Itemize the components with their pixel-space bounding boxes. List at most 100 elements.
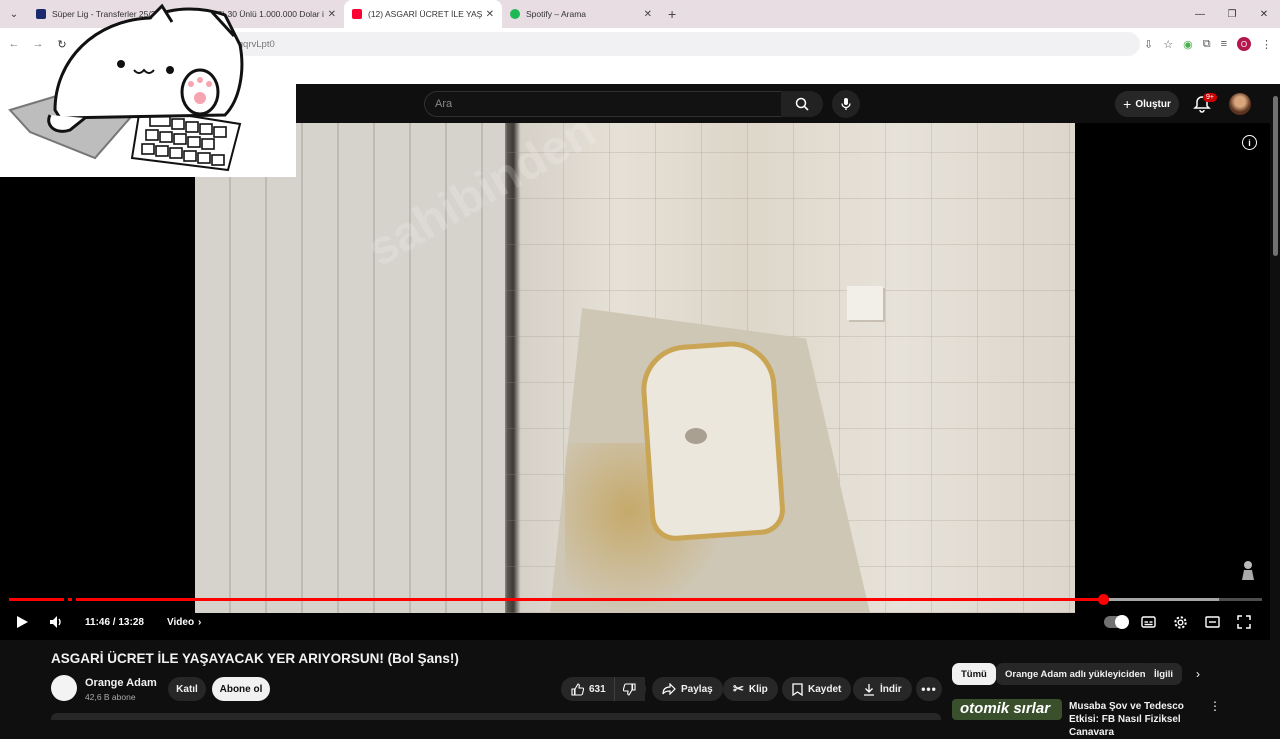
- close-window-icon[interactable]: ✕: [1248, 9, 1280, 20]
- plus-icon: +: [1123, 96, 1132, 112]
- scissors-icon: ✂: [733, 681, 744, 696]
- play-icon: [17, 616, 28, 628]
- subtitles-icon: [1140, 616, 1156, 628]
- install-app-icon[interactable]: ⇩: [1144, 38, 1153, 51]
- notification-count-badge: 9+: [1203, 93, 1217, 102]
- pawn-icon: [1242, 561, 1254, 580]
- channel-avatar[interactable]: [51, 675, 77, 701]
- squat-toilet: [643, 343, 782, 538]
- thumbnail-text: otomik sırlar: [960, 700, 1051, 717]
- more-actions-button[interactable]: •••: [916, 677, 942, 701]
- theater-mode-icon: [1204, 616, 1220, 628]
- video-frame: sahibinden: [195, 123, 1075, 613]
- chip-all[interactable]: Tümü: [952, 663, 996, 685]
- chapter-divider: [64, 598, 68, 601]
- window-controls: — ❐ ✕: [1184, 0, 1280, 28]
- share-button[interactable]: Paylaş: [652, 677, 723, 701]
- chapter-button[interactable]: Video ›: [167, 612, 201, 632]
- subscribe-button[interactable]: Abone ol: [212, 677, 270, 701]
- scrollbar-thumb[interactable]: [1273, 96, 1278, 256]
- tab-title: (12) ASGARİ ÜCRET İLE YAŞAYACAK: [368, 9, 482, 19]
- media-control-icon[interactable]: ≡: [1221, 38, 1227, 50]
- tab-close-icon[interactable]: ✕: [644, 9, 652, 20]
- subtitles-button[interactable]: [1139, 612, 1157, 632]
- settings-button[interactable]: [1171, 612, 1189, 632]
- description-box[interactable]: [51, 713, 941, 720]
- chip-from-uploader[interactable]: Orange Adam adlı yükleyiciden: [996, 663, 1155, 685]
- chevron-right-icon[interactable]: ›: [1196, 667, 1200, 681]
- clip-label: Klip: [748, 683, 768, 695]
- new-tab-icon[interactable]: +: [668, 6, 676, 22]
- save-label: Kaydet: [808, 683, 842, 695]
- toilet-paper-holder: [847, 286, 883, 320]
- create-label: Oluştur: [1135, 98, 1171, 110]
- microphone-icon: [841, 98, 851, 110]
- dislike-button[interactable]: [614, 677, 646, 701]
- search-input[interactable]: Ara: [424, 91, 782, 117]
- bongo-cat-sticker: [0, 3, 296, 177]
- chevron-right-icon: ›: [198, 616, 202, 628]
- like-count: 631: [589, 683, 606, 695]
- gear-icon: [1173, 615, 1187, 629]
- download-icon: [864, 683, 874, 696]
- voice-search-button[interactable]: [832, 90, 860, 118]
- spotify-favicon-icon: [510, 9, 520, 19]
- bookmark-icon: [792, 682, 803, 696]
- extensions-puzzle-icon[interactable]: ⧉: [1203, 38, 1211, 51]
- theater-mode-button[interactable]: [1203, 612, 1221, 632]
- minimize-icon[interactable]: —: [1184, 9, 1216, 20]
- more-horizontal-icon: •••: [921, 682, 937, 696]
- tab-title: Spotify – Arama: [526, 9, 587, 19]
- channel-name[interactable]: Orange Adam: [85, 677, 157, 689]
- thumbs-down-icon: [623, 682, 636, 696]
- time-display: 11:46 / 13:28: [85, 616, 144, 628]
- download-button[interactable]: İndir: [853, 677, 912, 701]
- chrome-menu-icon[interactable]: ⋮: [1261, 38, 1272, 51]
- create-button[interactable]: + Oluştur: [1115, 91, 1179, 117]
- fullscreen-button[interactable]: [1235, 612, 1253, 632]
- extension-icon[interactable]: ◉: [1183, 38, 1193, 51]
- join-label: Katıl: [176, 683, 198, 695]
- browser-tab-3[interactable]: (12) ASGARİ ÜCRET İLE YAŞAYACAK ✕: [344, 0, 502, 28]
- chip-related[interactable]: İlgili: [1145, 663, 1182, 685]
- profile-avatar[interactable]: O: [1237, 37, 1251, 51]
- volume-button[interactable]: [46, 612, 66, 632]
- info-icon[interactable]: i: [1242, 135, 1257, 150]
- thumbs-up-icon: [571, 682, 584, 696]
- played-progress: [9, 598, 1103, 601]
- video-player[interactable]: sahibinden: [0, 123, 1270, 640]
- more-vertical-icon[interactable]: ⋮: [1209, 699, 1221, 713]
- share-label: Paylaş: [681, 683, 713, 695]
- search-button[interactable]: [781, 91, 823, 117]
- save-button[interactable]: Kaydet: [782, 677, 852, 701]
- volume-icon: [50, 616, 61, 628]
- tab-close-icon[interactable]: ✕: [486, 9, 494, 20]
- bookmark-star-icon[interactable]: ☆: [1163, 38, 1173, 51]
- video-title: ASGARİ ÜCRET İLE YAŞAYACAK YER ARIYORSUN…: [51, 651, 459, 666]
- search-icon: [795, 97, 809, 111]
- subscriber-count: 42,6 B abone: [85, 692, 136, 702]
- player-controls: 11:46 / 13:28 Video ›: [0, 608, 1270, 636]
- tab-close-icon[interactable]: ✕: [328, 9, 336, 20]
- search-placeholder: Ara: [435, 98, 453, 110]
- toolbar-actions: ⇩ ☆ ◉ ⧉ ≡ O ⋮: [1144, 28, 1272, 60]
- youtube-favicon-icon: [352, 9, 362, 19]
- seek-handle[interactable]: [1098, 594, 1109, 605]
- recommendation-thumbnail[interactable]: otomik sırlar: [952, 699, 1062, 720]
- restore-icon[interactable]: ❐: [1216, 9, 1248, 20]
- clip-button[interactable]: ✂ Klip: [723, 677, 778, 701]
- chapter-label: Video: [167, 616, 195, 628]
- autoplay-toggle[interactable]: [1104, 615, 1129, 629]
- share-icon: [662, 683, 676, 695]
- page-scrollbar[interactable]: [1271, 84, 1280, 720]
- account-avatar[interactable]: [1229, 93, 1251, 115]
- download-label: İndir: [880, 683, 902, 695]
- browser-tab-4[interactable]: Spotify – Arama ✕: [502, 0, 660, 28]
- seek-bar[interactable]: [9, 594, 1262, 605]
- fullscreen-icon: [1237, 615, 1251, 629]
- play-button[interactable]: [12, 612, 32, 632]
- buffered-progress: [1109, 598, 1219, 601]
- chapter-divider: [72, 598, 76, 601]
- subscribe-label: Abone ol: [219, 683, 263, 695]
- join-button[interactable]: Katıl: [168, 677, 206, 701]
